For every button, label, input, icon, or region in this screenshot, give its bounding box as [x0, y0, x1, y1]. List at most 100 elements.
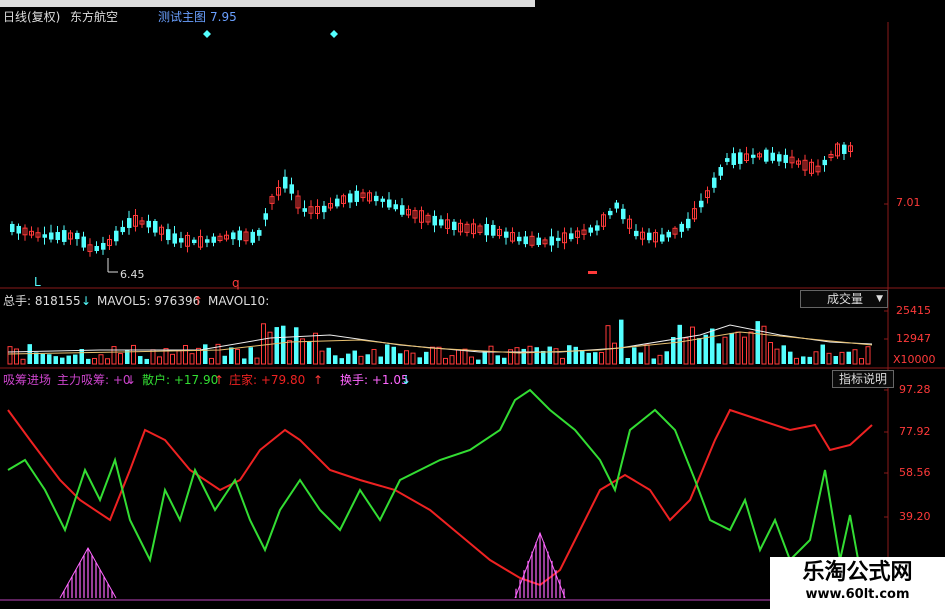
volume-bar [722, 336, 728, 365]
signal-mark [588, 271, 597, 274]
candle-body [127, 218, 132, 228]
volume-bar [138, 356, 143, 364]
volume-bar [534, 347, 539, 364]
candle-body [686, 218, 691, 229]
indicator-item-dealer-arrow-icon: ↑ [313, 373, 324, 387]
volume-bar [346, 353, 351, 364]
candle-body [374, 195, 379, 202]
dealer-line [7, 408, 873, 587]
volume-bar [7, 346, 13, 365]
volume-bar [833, 356, 838, 364]
candle-body [738, 152, 743, 164]
volume-bar [40, 353, 45, 364]
candle-body [120, 226, 125, 233]
candle-body [354, 190, 359, 202]
candle-body [699, 200, 704, 208]
indicator-axis-4: 39.20 [899, 510, 931, 523]
volume-axis-unit: X10000 [893, 353, 936, 366]
candle-body [192, 239, 197, 244]
volume-bar [657, 354, 663, 365]
indicator-item-dealer: 庄家: +79.80 [229, 373, 306, 387]
volume-bar [677, 324, 682, 364]
volume-bar [391, 346, 396, 364]
volume-axis-top: 25415 [896, 304, 931, 317]
volume-bar [664, 351, 669, 364]
volume-bar [313, 332, 318, 365]
volume-bar [404, 350, 409, 365]
candle-body [114, 230, 119, 242]
volume-bar [729, 332, 734, 364]
volume-bar [547, 346, 552, 364]
volume-bar [482, 350, 487, 364]
candle-body [166, 229, 171, 241]
volume-bar [150, 349, 156, 365]
candle-body [608, 210, 613, 216]
candle-body [731, 153, 736, 165]
volume-bar [300, 338, 305, 365]
volume-bar [189, 353, 195, 365]
volume-bar [788, 351, 793, 364]
volume-bar [638, 352, 643, 364]
volume-bar [417, 357, 422, 364]
volume-bar [476, 359, 481, 364]
candle-body [400, 205, 405, 215]
candle-body [660, 234, 665, 242]
volume-bar [248, 347, 253, 364]
volume-bar [852, 349, 858, 365]
indicator-item-turnover: 换手: +1.05 [340, 373, 409, 387]
volume-bar [593, 352, 598, 364]
candle-body [783, 154, 788, 163]
candle-body [81, 236, 86, 248]
volume-bar [801, 356, 806, 364]
volume-bar [144, 358, 149, 364]
indicator-help-button[interactable]: 指标说明 [832, 370, 895, 388]
volume-bar [365, 354, 370, 364]
volume-bar [267, 331, 273, 365]
volume-bar [456, 349, 461, 365]
volume-bar [644, 344, 650, 365]
volume-bar [813, 351, 819, 365]
volume-bar [398, 353, 403, 364]
candle-body [237, 230, 242, 241]
volume-bar [683, 337, 689, 365]
volume-bar [410, 352, 416, 365]
candle-body [491, 224, 496, 236]
candle-body [777, 154, 782, 162]
indicator-selector[interactable]: 成交量 ▼ [800, 290, 888, 308]
volume-bar [690, 326, 695, 365]
volume-bar [560, 357, 565, 365]
candle-body [452, 221, 457, 231]
chevron-down-icon: ▼ [876, 294, 883, 304]
volume-bar [514, 347, 520, 365]
volume-bar [20, 358, 26, 365]
indicator-item-retail-arrow-icon: ↑ [214, 373, 225, 387]
volume-bar [229, 347, 234, 364]
candle-body [179, 238, 184, 243]
volume-bar [294, 327, 299, 364]
volume-bar [274, 327, 279, 364]
volume-bar [157, 356, 162, 365]
volume-bar [846, 351, 851, 364]
candle-body [504, 231, 509, 238]
candle-body [94, 245, 99, 252]
volume-bar [34, 352, 39, 364]
candle-body [523, 236, 528, 245]
volume-bar [599, 351, 604, 365]
candle-body [764, 149, 769, 162]
volume-bar [79, 349, 84, 364]
volume-bar [92, 357, 97, 365]
volume-bar [60, 357, 65, 364]
volume-bar [742, 336, 747, 365]
volume-bar [605, 325, 611, 365]
volume-total-arrow-icon: ↓ [81, 294, 92, 308]
stock-name: 东方航空 [70, 10, 119, 24]
low-price-label: 6.45 [120, 268, 145, 281]
volume-bar [47, 354, 52, 364]
candle-body [549, 236, 554, 246]
volume-bar [826, 352, 832, 365]
volume-bar [111, 346, 117, 365]
volume-bar [859, 358, 864, 365]
volume-bar [716, 343, 721, 364]
volume-bar [436, 346, 442, 365]
volume-bar [625, 358, 630, 364]
